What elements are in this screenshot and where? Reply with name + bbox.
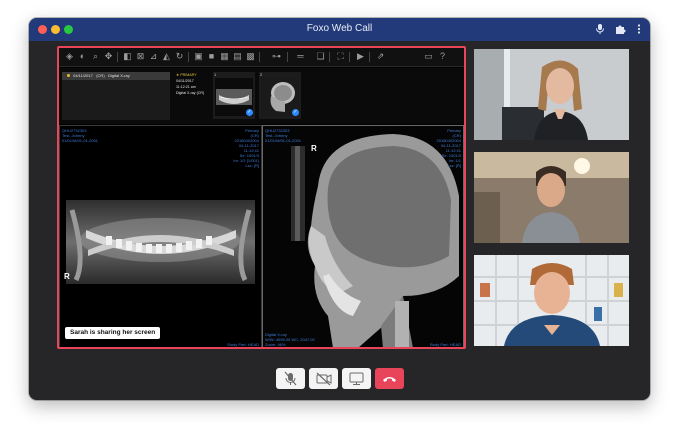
participant-video-2[interactable] — [474, 152, 629, 243]
participant-video-3[interactable] — [474, 255, 629, 346]
left-overlay-top-left: QHU2732303 Test, Johnny 01/01/M/01-01-20… — [62, 128, 98, 143]
help-icon[interactable]: ? — [437, 51, 448, 62]
check-icon: ✓ — [292, 109, 299, 116]
shared-screen: ◈ ◐ ⌕ ✥ ◧ ⊠ ⊿ ◭ ↻ ▣ ■ ▦ ▤ ▩ ⊶ ═ ❏ ⛶ ▶ ⇗ … — [57, 46, 466, 349]
study-modality: (CR) — [96, 73, 105, 78]
pan-icon[interactable]: ✥ — [103, 51, 114, 62]
sharing-indicator: Sarah is sharing her screen — [65, 327, 161, 339]
left-overlay-bottom-right: Study Part: HEAD — [226, 342, 259, 347]
status-dot-icon — [67, 74, 70, 78]
left-overlay-top-right: Primary (CR) 20180402004 04-11-2017 11:1… — [233, 128, 259, 168]
link-icon[interactable]: ⊶ — [271, 51, 282, 62]
window-title: Foxo Web Call — [306, 23, 373, 34]
right-overlay-bottom-right: Body Part: HEAD — [430, 342, 461, 347]
cube-icon[interactable]: ◈ — [64, 51, 75, 62]
layout-1-icon[interactable]: ▣ — [193, 51, 204, 62]
cephalometric-xray-image — [263, 126, 463, 347]
primary-label: PRIMARY — [180, 73, 197, 77]
participant-video-feed — [474, 152, 629, 243]
call-content: ◈ ◐ ⌕ ✥ ◧ ⊠ ⊿ ◭ ↻ ▣ ■ ▦ ▤ ▩ ⊶ ═ ❏ ⛶ ▶ ⇗ … — [29, 41, 650, 353]
study-header: 04/11/2017 (CR) Digital X-ray — [62, 72, 170, 80]
mute-button[interactable] — [276, 368, 305, 389]
share-icon[interactable]: ⇗ — [375, 51, 386, 62]
document-icon[interactable]: ▭ — [423, 51, 434, 62]
zoom-icon[interactable]: ⌕ — [90, 51, 101, 62]
orientation-marker: R — [311, 144, 317, 153]
rotate-icon[interactable]: ↻ — [174, 51, 185, 62]
contrast-icon[interactable]: ◐ — [77, 51, 88, 62]
study-info: ★ PRIMARY 04/11/2017 11:12:21 am Digital… — [176, 72, 211, 120]
panoramic-xray-image — [66, 200, 255, 284]
fullscreen-icon[interactable]: ⛶ — [335, 51, 346, 62]
study-list-item[interactable]: 04/11/2017 (CR) Digital X-ray — [62, 72, 170, 120]
overlay-line: Lsc: [R] — [245, 163, 259, 168]
camera-toggle-button[interactable] — [309, 368, 338, 389]
call-window: Foxo Web Call ◈ ◐ ⌕ ✥ ◧ ⊠ ⊿ ◭ ↻ ▣ ■ ▦ ▤ … — [29, 18, 650, 400]
play-icon[interactable]: ▶ — [355, 51, 366, 62]
screen-share-button[interactable] — [342, 368, 371, 389]
study-date: 04/11/2017 — [73, 73, 93, 78]
thumbnail-cephalometric[interactable]: 2 ✓ — [259, 72, 301, 119]
layout-3-icon[interactable]: ▦ — [219, 51, 230, 62]
viewport-left[interactable]: QHU2732303 Test, Johnny 01/01/M/01-01-20… — [59, 125, 262, 347]
mic-off-icon — [284, 371, 297, 386]
participant-video-feed — [474, 49, 629, 140]
patient-dob: 01/01/M/01-01-2001 — [62, 138, 99, 143]
orientation-marker: R — [64, 272, 70, 281]
camera-off-icon — [316, 372, 332, 386]
layout-grid-icon[interactable]: ▩ — [245, 51, 256, 62]
study-browser: 04/11/2017 (CR) Digital X-ray ★ PRIMARY … — [59, 68, 464, 124]
layout-2-icon[interactable]: ■ — [206, 51, 217, 62]
overlay-line: Zoom: 46% — [265, 342, 286, 347]
viewport-right[interactable]: QHU2732303 Test, Johnny 01/01/M/01-01-20… — [262, 125, 464, 347]
study-description: Digital X-ray — [108, 73, 130, 78]
info-description: Digital X-ray (CR) — [176, 91, 205, 95]
viewer-toolbar: ◈ ◐ ⌕ ✥ ◧ ⊠ ⊿ ◭ ↻ ▣ ■ ▦ ▤ ▩ ⊶ ═ ❏ ⛶ ▶ ⇗ … — [59, 48, 464, 67]
extension-icon[interactable] — [613, 22, 627, 36]
crosshair-icon[interactable]: ⊠ — [135, 51, 146, 62]
participant-video-feed — [474, 255, 629, 346]
call-controls — [29, 353, 650, 400]
more-vert-icon[interactable] — [632, 22, 646, 36]
ruler-icon[interactable]: ═ — [295, 51, 306, 62]
overlay-line: Lsc: [R] — [447, 163, 461, 168]
right-overlay-bottom-left: Digital X-ray W/W: 4095.00 WC: 2047.00 Z… — [265, 332, 315, 347]
invert-icon[interactable]: ◧ — [122, 51, 133, 62]
patient-dob: 01/01/M/01-01-2001 — [265, 138, 302, 143]
participant-video-1[interactable] — [474, 49, 629, 140]
right-overlay-top-left: QHU2732303 Test, Johnny 01/01/M/01-01-20… — [265, 128, 301, 143]
title-bar: Foxo Web Call — [29, 18, 650, 41]
layout-4-icon[interactable]: ▤ — [232, 51, 243, 62]
flip-icon[interactable]: ◭ — [161, 51, 172, 62]
phone-hangup-icon — [383, 377, 396, 382]
thumbnail-number: 2 — [260, 72, 263, 77]
thumbnail-number: 1 — [214, 72, 217, 77]
check-icon: ✓ — [246, 109, 253, 116]
monitor-icon — [349, 372, 364, 385]
measure-icon[interactable]: ⊿ — [148, 51, 159, 62]
mic-icon[interactable] — [593, 22, 607, 36]
right-overlay-top-right: Primary (CR) 20180402004 04-11-2017 11:1… — [437, 128, 461, 168]
end-call-button[interactable] — [375, 368, 404, 389]
thumbnail-panoramic[interactable]: 1 ✓ — [213, 72, 255, 119]
stack-icon[interactable]: ❏ — [315, 51, 326, 62]
